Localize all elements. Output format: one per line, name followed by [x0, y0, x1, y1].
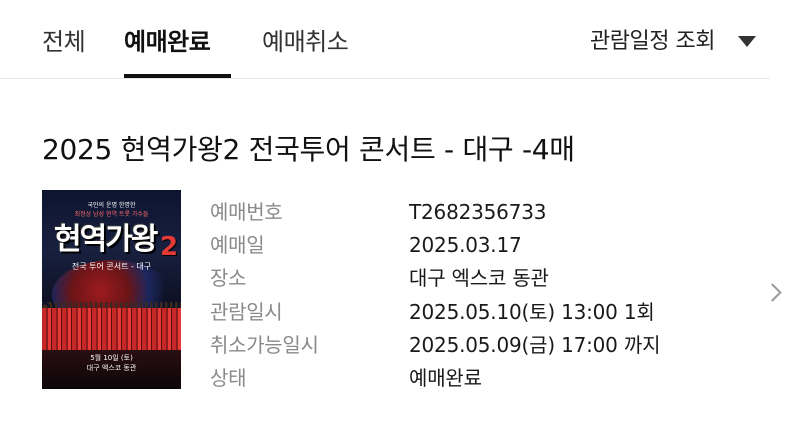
poster-subtitle: 전국 투어 콘서트 - 대구 — [71, 262, 152, 271]
detail-value: 대구 엑스코 동관 — [409, 266, 549, 290]
detail-value: 2025.05.10(토) 13:00 1회 — [409, 300, 655, 324]
schedule-view-dropdown[interactable]: 관람일정 조회 — [590, 22, 715, 62]
caret-down-icon[interactable] — [738, 36, 756, 47]
tab-bar: 전체 예매완료 예매취소 관람일정 조회 — [0, 0, 770, 79]
detail-label: 예매일 — [210, 233, 265, 257]
poster-date: 5월 10일 (토) — [90, 354, 133, 362]
poster-tagline-1: 국민의 운명 한명한 — [87, 202, 136, 209]
detail-label: 예매번호 — [210, 200, 283, 224]
booking-title[interactable]: 2025 현역가왕2 전국투어 콘서트 - 대구 -4매 — [42, 130, 575, 170]
detail-label: 취소가능일시 — [210, 333, 319, 357]
poster-logo: 현역가왕 — [54, 222, 158, 257]
poster-crowd — [42, 308, 181, 350]
detail-label: 장소 — [210, 266, 247, 290]
detail-label: 관람일시 — [210, 300, 283, 324]
detail-value: T2682356733 — [409, 200, 547, 224]
concert-poster[interactable]: 국민의 운명 한명한 최정상 남성 현역 트롯 가수들 현역가왕 2 전국 투어… — [42, 190, 181, 389]
detail-value: 2025.05.09(금) 17:00 까지 — [409, 333, 661, 357]
poster-venue: 대구 엑스코 동관 — [86, 364, 137, 372]
status-value: 예매완료 — [409, 366, 482, 390]
chevron-right-icon[interactable] — [763, 283, 782, 302]
tab-cancelled[interactable]: 예매취소 — [262, 22, 349, 62]
active-tab-indicator — [124, 74, 231, 78]
detail-label: 상태 — [210, 366, 247, 390]
poster-tagline-2: 최정상 남성 현역 트롯 가수들 — [74, 211, 149, 218]
poster-logo-number: 2 — [160, 232, 179, 262]
tab-all[interactable]: 전체 — [42, 22, 86, 62]
detail-value: 2025.03.17 — [409, 233, 522, 257]
tab-booked[interactable]: 예매완료 — [124, 22, 211, 62]
